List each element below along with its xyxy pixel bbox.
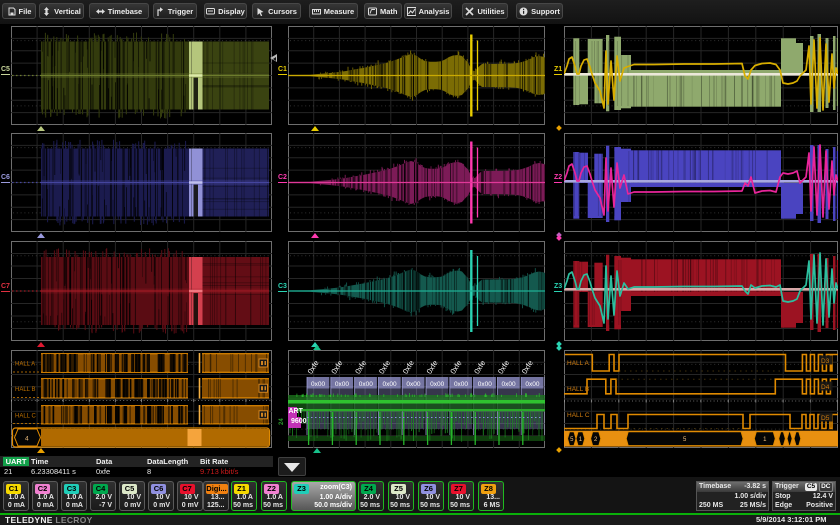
- svg-text:0xfe: 0xfe: [329, 359, 344, 376]
- svg-text:0x00: 0x00: [525, 381, 539, 388]
- svg-text:0xfe: 0xfe: [306, 359, 321, 376]
- svg-text:0xfe: 0xfe: [496, 359, 511, 376]
- svg-text:0xfe: 0xfe: [448, 359, 463, 376]
- svg-text:0xfe: 0xfe: [401, 359, 416, 376]
- svg-text:0x00: 0x00: [406, 381, 420, 388]
- svg-text:HALL A: HALL A: [15, 362, 35, 368]
- svg-text:D3: D3: [821, 358, 830, 365]
- svg-text:0xfe: 0xfe: [377, 359, 392, 376]
- svg-text:HALL B: HALL B: [567, 386, 589, 393]
- svg-text:0xfe: 0xfe: [425, 359, 440, 376]
- svg-text:HALL C: HALL C: [15, 413, 36, 419]
- svg-text:0x00: 0x00: [430, 381, 444, 388]
- svg-text:0x00: 0x00: [335, 381, 349, 388]
- svg-text:0x00: 0x00: [383, 381, 397, 388]
- svg-text:HALL C: HALL C: [567, 412, 590, 419]
- svg-text:D4: D4: [821, 384, 830, 391]
- svg-text:D5: D5: [821, 415, 830, 422]
- svg-text:0x00: 0x00: [359, 381, 373, 388]
- svg-text:0x00: 0x00: [454, 381, 468, 388]
- svg-text:0xfe: 0xfe: [520, 359, 535, 376]
- svg-text:0x00: 0x00: [502, 381, 516, 388]
- svg-text:0xfe: 0xfe: [472, 359, 487, 376]
- svg-text:4: 4: [25, 436, 29, 443]
- svg-text:HALL A: HALL A: [567, 360, 589, 367]
- svg-text:0x00: 0x00: [311, 381, 325, 388]
- svg-text:0xfe: 0xfe: [353, 359, 368, 376]
- svg-text:HALL B: HALL B: [15, 387, 35, 393]
- svg-text:0x00: 0x00: [478, 381, 492, 388]
